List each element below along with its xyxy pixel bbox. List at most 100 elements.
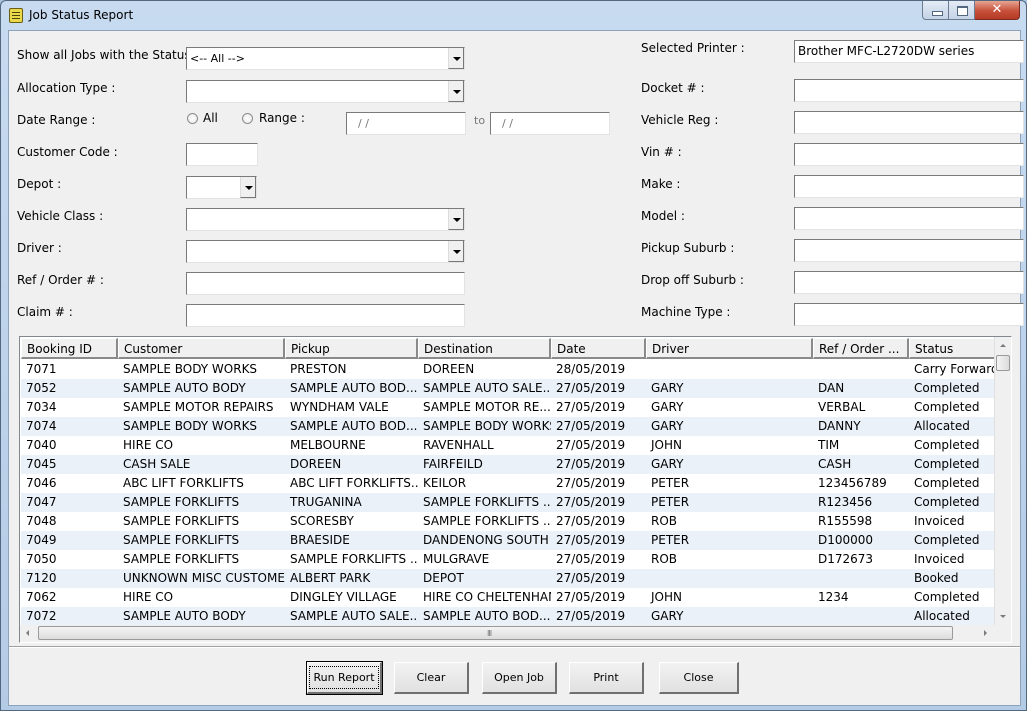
scroll-left-arrow-icon[interactable]: [20, 625, 37, 642]
cell-ref-order: DAN: [818, 381, 845, 395]
column-header-ref-order[interactable]: Ref / Order ...: [813, 338, 909, 359]
status-filter-combo[interactable]: <-- All -->: [186, 47, 465, 70]
model-input[interactable]: [794, 207, 1024, 230]
cell-status: Completed: [914, 400, 980, 414]
date-range-option-label[interactable]: Range :: [259, 111, 305, 125]
machine-type-input[interactable]: [794, 303, 1024, 326]
table-row[interactable]: 7120 UNKNOWN MISC CUSTOMER ALBERT PARK DEPO…: [21, 569, 1007, 588]
cell-status: Allocated: [914, 609, 970, 623]
run-report-button[interactable]: Run Report: [306, 661, 383, 695]
job-results-grid[interactable]: Booking ID Customer Pickup Destination D…: [19, 336, 1012, 643]
cell-booking-id: 7052: [26, 381, 57, 395]
scroll-right-arrow-icon[interactable]: [977, 625, 994, 642]
chevron-down-icon[interactable]: [448, 48, 464, 69]
horizontal-scroll-thumb[interactable]: [38, 626, 953, 640]
customer-code-input[interactable]: [186, 143, 258, 166]
cell-customer: SAMPLE AUTO BODY: [123, 609, 246, 623]
column-header-destination[interactable]: Destination: [418, 338, 551, 359]
cell-customer: SAMPLE FORKLIFTS: [123, 514, 240, 528]
date-to-input[interactable]: / /: [490, 112, 610, 135]
cell-driver: GARY: [651, 400, 684, 414]
cell-driver: GARY: [651, 457, 684, 471]
cell-ref-order: [813, 569, 909, 588]
table-row[interactable]: 7050 SAMPLE FORKLIFTS SAMPLE FORKLIFTS ...…: [21, 550, 1007, 569]
minimize-button[interactable]: [922, 1, 949, 20]
cell-date: 27/05/2019: [556, 457, 626, 471]
cell-pickup: SAMPLE FORKLIFTS ...: [290, 552, 418, 566]
selected-printer-input[interactable]: Brother MFC-L2720DW series: [794, 40, 1024, 63]
table-row[interactable]: 7052 SAMPLE AUTO BODY SAMPLE AUTO BOD... SA…: [21, 379, 1007, 398]
chevron-down-icon[interactable]: [448, 81, 464, 102]
cell-customer: SAMPLE BODY WORKS: [123, 419, 258, 433]
horizontal-scrollbar[interactable]: [20, 625, 994, 642]
table-row[interactable]: 7047 SAMPLE FORKLIFTS TRUGANINA SAMPLE FORK…: [21, 493, 1007, 512]
cell-destination: RAVENHALL: [423, 438, 494, 452]
date-all-radio[interactable]: [187, 113, 198, 124]
driver-combo[interactable]: [186, 240, 465, 263]
close-button[interactable]: Close: [659, 662, 739, 694]
table-row[interactable]: 7049 SAMPLE FORKLIFTS BRAESIDE DANDENONG SO…: [21, 531, 1007, 550]
column-header-driver[interactable]: Driver: [646, 338, 813, 359]
table-row[interactable]: 7048 SAMPLE FORKLIFTS SCORESBY SAMPLE FORKL…: [21, 512, 1007, 531]
table-row[interactable]: 7045 CASH SALE DOREEN FAIRFEILD 27/05/2019 GA…: [21, 455, 1007, 474]
column-header-customer[interactable]: Customer: [118, 338, 285, 359]
depot-combo[interactable]: [186, 176, 257, 199]
date-from-input[interactable]: / /: [346, 112, 466, 135]
table-row[interactable]: 7046 ABC LIFT FORKLIFTS ABC LIFT FORKLIFTS…: [21, 474, 1007, 493]
chevron-down-icon[interactable]: [448, 241, 464, 262]
cell-booking-id: 7048: [26, 514, 57, 528]
cell-ref-order: CASH: [818, 457, 852, 471]
table-row[interactable]: 7072 SAMPLE AUTO BODY SAMPLE AUTO SALE... S…: [21, 607, 1007, 625]
maximize-button[interactable]: [949, 1, 975, 20]
cell-destination: DOREEN: [423, 362, 475, 376]
docket-input[interactable]: [794, 79, 1024, 102]
table-row[interactable]: 7071 SAMPLE BODY WORKS PRESTON DOREEN 28/05/…: [21, 360, 1007, 379]
pickup-suburb-input[interactable]: [794, 239, 1024, 262]
cell-ref-order: TIM: [818, 438, 840, 452]
vehicle-reg-input[interactable]: [794, 111, 1024, 134]
vehicle-class-combo[interactable]: [186, 208, 465, 231]
table-row[interactable]: 7074 SAMPLE BODY WORKS SAMPLE AUTO BOD... S…: [21, 417, 1007, 436]
table-row[interactable]: 7062 HIRE CO DINGLEY VILLAGE HIRE CO CHELTE…: [21, 588, 1007, 607]
cell-booking-id: 7049: [26, 533, 57, 547]
vin-input[interactable]: [794, 143, 1024, 166]
column-header-pickup[interactable]: Pickup: [285, 338, 418, 359]
date-range-radio[interactable]: [242, 113, 253, 124]
cell-pickup: TRUGANINA: [290, 495, 362, 509]
make-input[interactable]: [794, 175, 1024, 198]
cell-driver: PETER: [651, 495, 690, 509]
print-button[interactable]: Print: [569, 662, 644, 694]
claim-input[interactable]: [186, 304, 465, 327]
chevron-down-icon[interactable]: [240, 177, 256, 198]
scroll-down-arrow-icon[interactable]: [995, 608, 1012, 625]
dropoff-suburb-input[interactable]: [794, 271, 1024, 294]
clear-button[interactable]: Clear: [394, 662, 469, 694]
close-window-button[interactable]: ✕: [975, 1, 1020, 20]
cell-destination: SAMPLE AUTO BOD...: [423, 609, 551, 623]
cell-booking-id: 7047: [26, 495, 57, 509]
selected-printer-value: Brother MFC-L2720DW series: [798, 44, 975, 58]
job-status-report-window: Job Status Report ✕ Show all Jobs with t…: [0, 0, 1027, 711]
chevron-down-icon[interactable]: [448, 209, 464, 230]
date-all-label[interactable]: All: [203, 111, 218, 125]
vertical-scroll-thumb[interactable]: [996, 355, 1010, 371]
cell-status: Invoiced: [914, 552, 965, 566]
column-header-booking-id[interactable]: Booking ID: [21, 338, 118, 359]
table-row[interactable]: 7040 HIRE CO MELBOURNE RAVENHALL 27/05/2019 J…: [21, 436, 1007, 455]
allocation-type-combo[interactable]: [186, 80, 465, 103]
open-job-button[interactable]: Open Job: [482, 662, 557, 694]
column-header-date[interactable]: Date: [551, 338, 646, 359]
table-row[interactable]: 7034 SAMPLE MOTOR REPAIRS WYNDHAM VALE SAMP…: [21, 398, 1007, 417]
ref-order-input[interactable]: [186, 272, 465, 295]
cell-date: 27/05/2019: [556, 590, 626, 604]
allocation-type-label: Allocation Type :: [17, 81, 116, 95]
cell-driver: GARY: [651, 609, 684, 623]
cell-destination: SAMPLE MOTOR RE...: [423, 400, 551, 414]
ref-order-label: Ref / Order # :: [17, 273, 104, 287]
cell-date: 27/05/2019: [556, 400, 626, 414]
cell-status: Completed: [914, 590, 980, 604]
column-header-status[interactable]: Status: [909, 338, 1007, 359]
scroll-up-arrow-icon[interactable]: [995, 337, 1012, 354]
title-bar[interactable]: Job Status Report ✕: [1, 1, 1026, 30]
vertical-scrollbar[interactable]: [994, 337, 1011, 625]
